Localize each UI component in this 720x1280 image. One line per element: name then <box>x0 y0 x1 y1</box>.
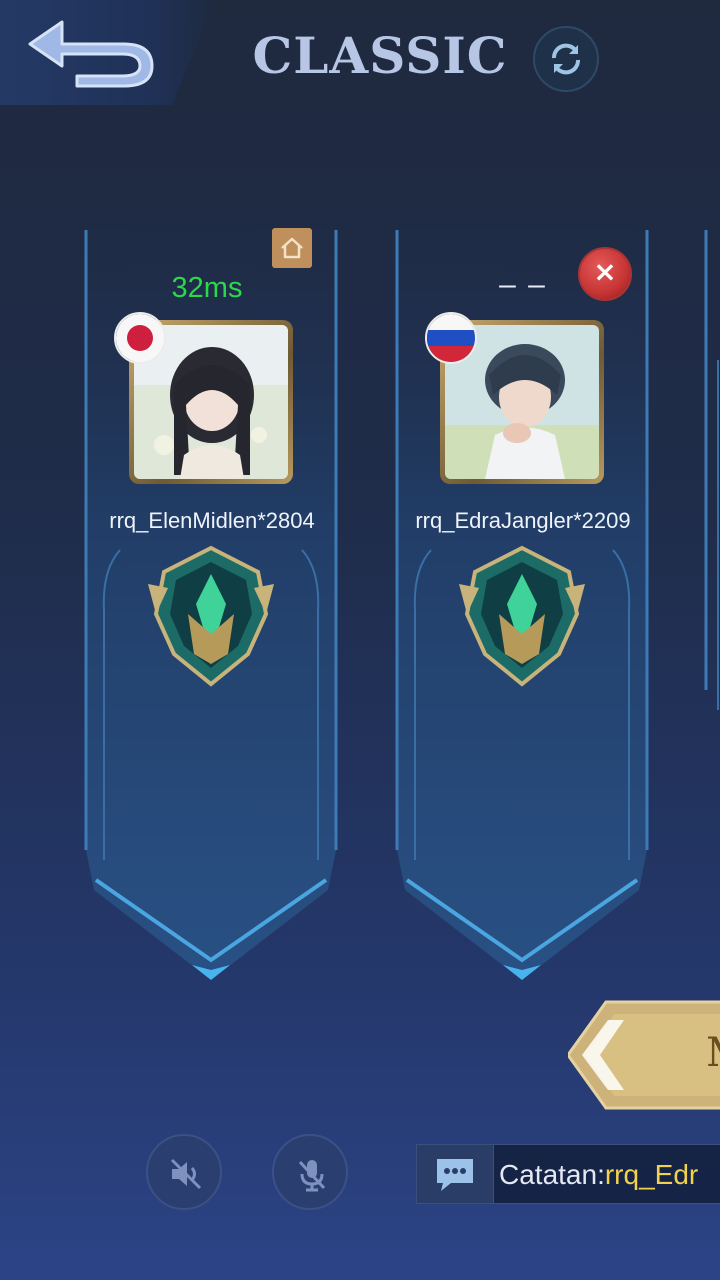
home-icon <box>281 237 303 259</box>
home-badge <box>272 228 312 268</box>
mic-muted-icon <box>298 1160 326 1192</box>
player-username: rrq_EdraJangler*2209 <box>415 508 631 533</box>
button-shape <box>566 1000 720 1110</box>
back-button[interactable] <box>0 0 215 105</box>
chat-sender-name: rrq_Edr <box>604 1159 699 1190</box>
chat-message: Catatan:rrq_Edr <box>499 1159 698 1191</box>
chat-bar[interactable]: Catatan:rrq_Edr <box>416 1144 720 1204</box>
mic-toggle-button[interactable] <box>272 1134 348 1210</box>
player-slot[interactable]: – – × rrq_EdraJangler*2209 <box>393 210 651 990</box>
country-flag <box>114 312 166 364</box>
rank-emblem-icon <box>148 545 274 687</box>
top-bar: CLASSIC <box>0 0 720 110</box>
ping-value: 32ms <box>171 272 243 304</box>
chat-bubble-icon <box>437 1159 473 1191</box>
rank-emblem-icon <box>459 545 585 687</box>
player-slot[interactable]: 32ms rrq_ElenMidlen*2804 <box>82 210 340 990</box>
japan-flag-icon <box>116 314 164 362</box>
kick-player-button[interactable]: × <box>578 247 632 301</box>
chat-prefix: Catatan: <box>499 1159 605 1190</box>
ping-value: – – <box>499 268 547 301</box>
slot-banner <box>704 230 719 710</box>
close-icon: × <box>593 255 617 288</box>
country-flag <box>425 312 477 364</box>
russia-flag-icon <box>427 314 475 362</box>
refresh-icon <box>551 43 581 75</box>
speaker-muted-icon <box>170 1158 202 1190</box>
refresh-button[interactable] <box>533 26 599 92</box>
back-arrow-icon <box>28 20 154 88</box>
page-title: CLASSIC <box>252 26 508 85</box>
player-username: rrq_ElenMidlen*2804 <box>109 508 315 533</box>
chat-button[interactable] <box>417 1145 494 1203</box>
start-match-button[interactable]: M <box>566 998 720 1112</box>
start-button-label: M <box>706 1030 720 1076</box>
player-slot-partial[interactable] <box>700 210 720 990</box>
speaker-toggle-button[interactable] <box>146 1134 222 1210</box>
